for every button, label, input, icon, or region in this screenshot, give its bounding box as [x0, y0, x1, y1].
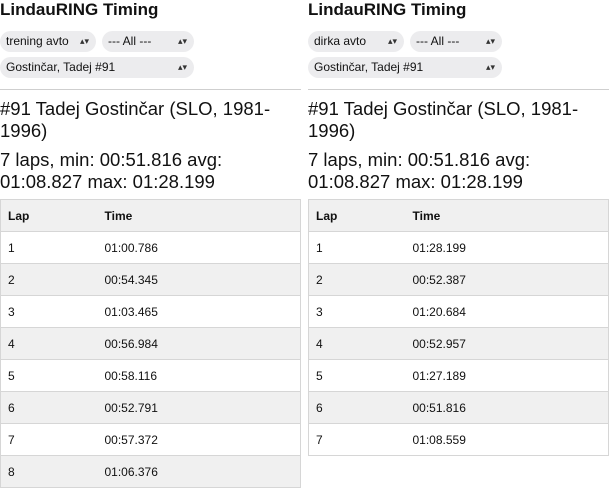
chevron-updown-icon: ▴▾	[79, 35, 89, 46]
lap-table: Lap Time 1 01:00.786 2 00:54.345 3 01:03.465 4…	[0, 199, 301, 488]
table-row: 6 00:51.816	[308, 391, 609, 424]
driver-heading: #91 Tadej Gostinčar (SLO, 1981-1996)	[0, 98, 271, 141]
table-row: 7 00:57.372	[0, 423, 301, 456]
column-header-time: Time	[405, 199, 609, 232]
chevron-updown-icon: ▴▾	[485, 61, 495, 72]
table-row: 3 01:03.465	[0, 295, 301, 328]
table-row: 5 00:58.116	[0, 359, 301, 392]
table-row: 2 00:52.387	[308, 263, 609, 296]
filter-controls: trening avto ▴▾ --- All --- ▴▾ Gostinčar…	[0, 28, 301, 80]
lap-stats: 7 laps, min: 00:51.816 avg: 01:08.827 ma…	[0, 149, 223, 192]
lap-time: 01:27.189	[405, 359, 609, 392]
driver-select[interactable]: Gostinčar, Tadej #91 ▴▾	[0, 56, 194, 78]
lap-time: 00:54.345	[97, 263, 301, 296]
chevron-updown-icon: ▴▾	[177, 35, 187, 46]
driver-row: Gostinčar, Tadej #91 ▴▾	[308, 54, 609, 80]
driver-select[interactable]: Gostinčar, Tadej #91 ▴▾	[308, 56, 502, 78]
session-select[interactable]: dirka avto ▴▾	[308, 30, 404, 52]
lap-table-header: Lap Time	[308, 199, 609, 232]
table-row: 4 00:52.957	[308, 327, 609, 360]
app-title: LindauRING Timing	[308, 0, 467, 19]
lap-number: 3	[308, 295, 406, 328]
lap-time: 00:52.957	[405, 327, 609, 360]
column-header-lap: Lap	[0, 199, 98, 232]
lap-number: 6	[0, 391, 98, 424]
app-title: LindauRING Timing	[0, 0, 159, 19]
table-row: 6 00:52.791	[0, 391, 301, 424]
table-row: 1 01:00.786	[0, 231, 301, 264]
driver-row: Gostinčar, Tadej #91 ▴▾	[0, 54, 301, 80]
lap-number: 4	[0, 327, 98, 360]
class-select-value: --- All ---	[416, 34, 460, 48]
lap-table-body: 1 01:28.199 2 00:52.387 3 01:20.684 4 00:52.957…	[308, 231, 609, 456]
lap-time: 01:06.376	[97, 455, 301, 488]
class-select[interactable]: --- All --- ▴▾	[102, 30, 194, 52]
table-row: 5 01:27.189	[308, 359, 609, 392]
lap-table: Lap Time 1 01:28.199 2 00:52.387 3 01:20.684 4…	[308, 199, 609, 456]
lap-time: 00:52.791	[97, 391, 301, 424]
lap-number: 6	[308, 391, 406, 424]
class-select-value: --- All ---	[108, 34, 152, 48]
timing-panel-right: LindauRING Timing dirka avto ▴▾ --- All …	[308, 0, 609, 456]
lap-number: 7	[0, 423, 98, 456]
session-select-value: trening avto	[6, 34, 69, 48]
session-select-value: dirka avto	[314, 34, 367, 48]
lap-time: 00:58.116	[97, 359, 301, 392]
lap-time: 01:08.559	[405, 423, 609, 456]
lap-number: 1	[0, 231, 98, 264]
driver-heading: #91 Tadej Gostinčar (SLO, 1981-1996)	[308, 98, 579, 141]
chevron-updown-icon: ▴▾	[177, 61, 187, 72]
lap-table-header: Lap Time	[0, 199, 301, 232]
lap-number: 3	[0, 295, 98, 328]
lap-time: 00:51.816	[405, 391, 609, 424]
lap-number: 7	[308, 423, 406, 456]
column-header-lap: Lap	[308, 199, 406, 232]
table-row: 3 01:20.684	[308, 295, 609, 328]
lap-time: 00:57.372	[97, 423, 301, 456]
lap-number: 2	[308, 263, 406, 296]
lap-table-body: 1 01:00.786 2 00:54.345 3 01:03.465 4 00:56.984…	[0, 231, 301, 488]
driver-select-value: Gostinčar, Tadej #91	[314, 60, 424, 74]
lap-time: 01:03.465	[97, 295, 301, 328]
chevron-updown-icon: ▴▾	[485, 35, 495, 46]
divider	[308, 89, 609, 90]
lap-number: 1	[308, 231, 406, 264]
lap-time: 00:56.984	[97, 327, 301, 360]
table-row: 1 01:28.199	[308, 231, 609, 264]
session-select[interactable]: trening avto ▴▾	[0, 30, 96, 52]
lap-stats: 7 laps, min: 00:51.816 avg: 01:08.827 ma…	[308, 149, 531, 192]
filter-row: dirka avto ▴▾ --- All --- ▴▾	[308, 28, 609, 54]
class-select[interactable]: --- All --- ▴▾	[410, 30, 502, 52]
chevron-updown-icon: ▴▾	[387, 35, 397, 46]
lap-time: 00:52.387	[405, 263, 609, 296]
timing-panel-left: LindauRING Timing trening avto ▴▾ --- Al…	[0, 0, 301, 488]
lap-number: 5	[0, 359, 98, 392]
divider	[0, 89, 301, 90]
driver-select-value: Gostinčar, Tadej #91	[6, 60, 116, 74]
column-header-time: Time	[97, 199, 301, 232]
lap-time: 01:20.684	[405, 295, 609, 328]
lap-time: 01:28.199	[405, 231, 609, 264]
lap-number: 4	[308, 327, 406, 360]
table-row: 2 00:54.345	[0, 263, 301, 296]
table-row: 7 01:08.559	[308, 423, 609, 456]
lap-number: 8	[0, 455, 98, 488]
filter-row: trening avto ▴▾ --- All --- ▴▾	[0, 28, 301, 54]
table-row: 8 01:06.376	[0, 455, 301, 488]
lap-time: 01:00.786	[97, 231, 301, 264]
filter-controls: dirka avto ▴▾ --- All --- ▴▾ Gostinčar, …	[308, 28, 609, 80]
table-row: 4 00:56.984	[0, 327, 301, 360]
lap-number: 2	[0, 263, 98, 296]
lap-number: 5	[308, 359, 406, 392]
